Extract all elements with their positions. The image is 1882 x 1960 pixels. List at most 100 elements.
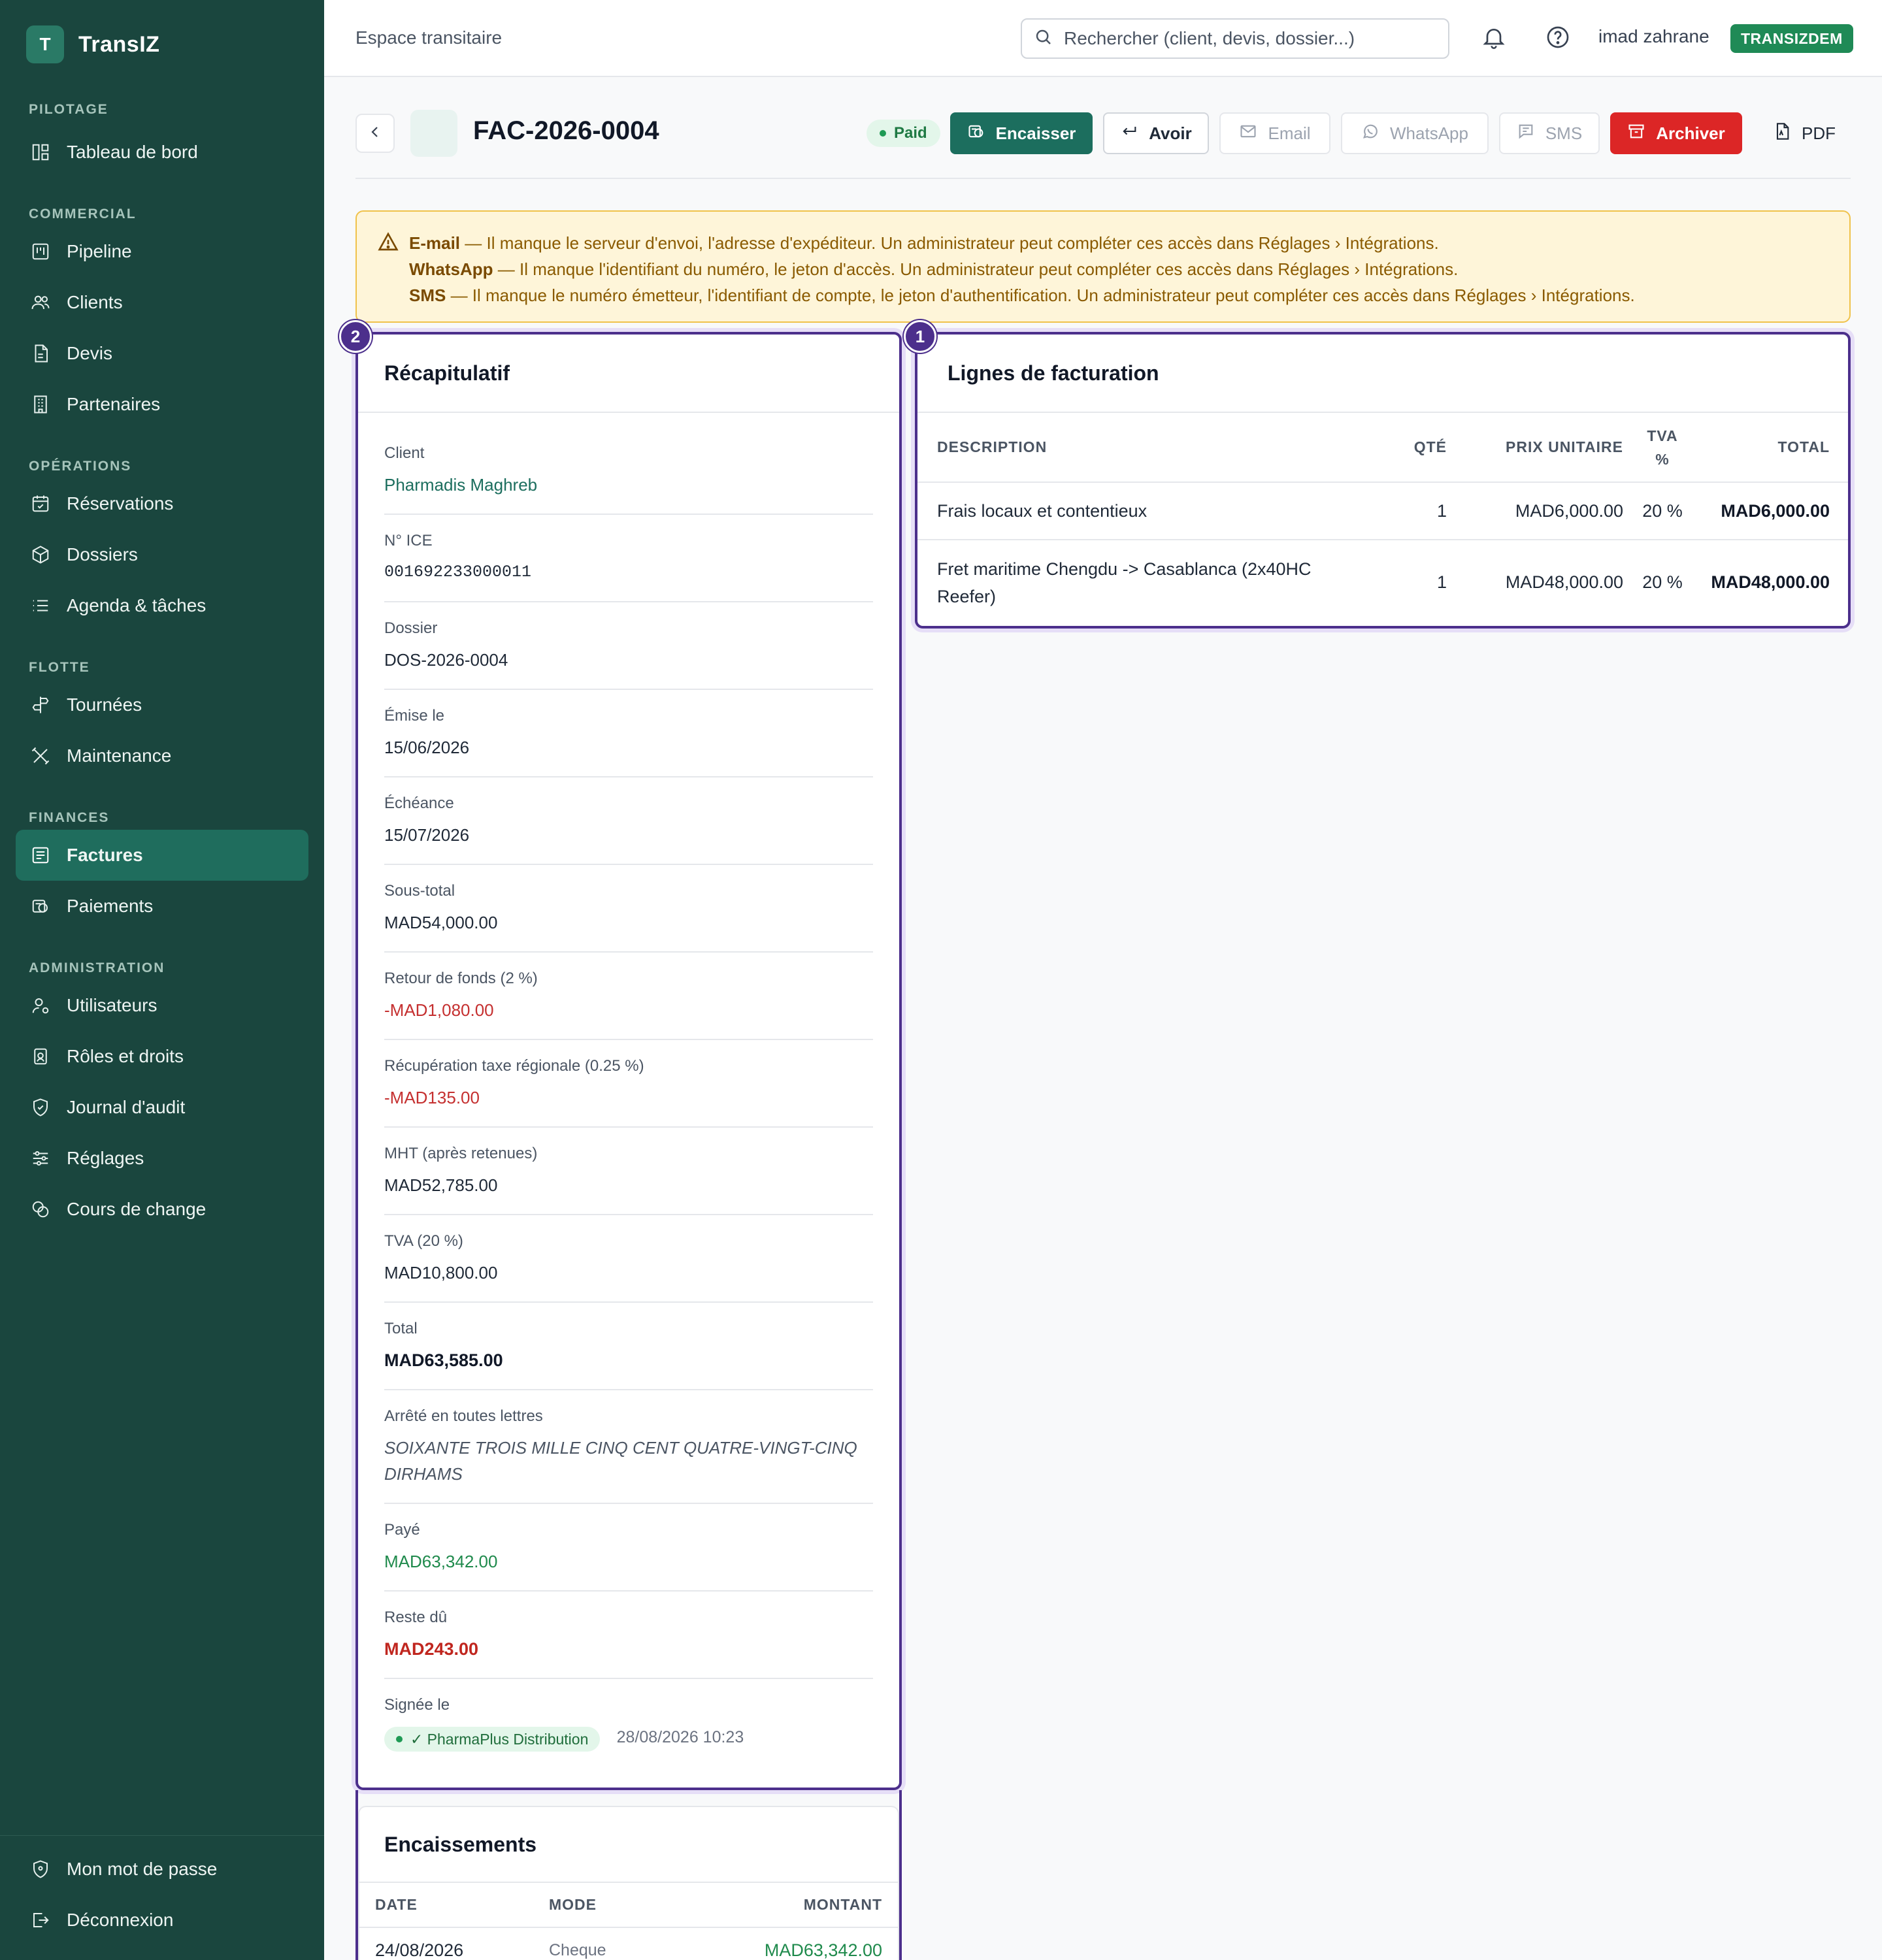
sidebar-item-deconnexion[interactable]: Déconnexion xyxy=(16,1895,308,1946)
sms-button[interactable]: SMS xyxy=(1499,112,1600,154)
email-button[interactable]: Email xyxy=(1219,112,1330,154)
sidebar-item-label: Dossiers xyxy=(67,544,138,564)
sidebar-item-label: Partenaires xyxy=(67,394,161,414)
sidebar-item-label: Paiements xyxy=(67,896,154,916)
step-badge-2: 2 xyxy=(339,320,372,353)
client-link[interactable]: Pharmadis Maghreb xyxy=(384,472,873,498)
back-button[interactable] xyxy=(355,114,395,153)
sidebar-item-reservations[interactable]: Réservations xyxy=(16,478,308,529)
message-icon xyxy=(1517,122,1535,145)
table-row: Fret maritime Chengdu -> Casablanca (2x4… xyxy=(937,559,1830,606)
status-dot xyxy=(880,130,886,137)
encaissements-table: DATE MODE MONTANT 24/08/2026 Cheque MAD6… xyxy=(359,1883,898,1960)
sidebar-item-label: Tableau de bord xyxy=(67,142,198,162)
col-date: DATE xyxy=(359,1883,549,1928)
sidebar-item-mot-de-passe[interactable]: Mon mot de passe xyxy=(16,1844,308,1895)
payment-icon xyxy=(30,896,51,917)
cash-icon xyxy=(967,122,985,145)
sidebar-item-dossiers[interactable]: Dossiers xyxy=(16,529,308,580)
shield-icon xyxy=(30,1097,51,1118)
summary-ice: N° ICE 001692233000011 xyxy=(384,515,873,602)
nav-section-pilotage: PILOTAGE xyxy=(29,102,108,117)
brand[interactable]: T TransIZ xyxy=(0,0,324,89)
sidebar-item-factures[interactable]: Factures xyxy=(16,830,308,881)
summary-total: Total MAD63,585.00 xyxy=(384,1303,873,1390)
avoir-label: Avoir xyxy=(1149,123,1192,143)
sms-label: SMS xyxy=(1545,123,1583,143)
search-box[interactable] xyxy=(1021,18,1449,59)
sidebar-item-maintenance[interactable]: Maintenance xyxy=(16,730,308,781)
sidebar-item-label: Clients xyxy=(67,292,123,312)
sidebar-item-label: Déconnexion xyxy=(67,1910,174,1930)
summary-lettres: Arrêté en toutes lettres SOIXANTE TROIS … xyxy=(384,1390,873,1504)
summary-dossier: Dossier DOS-2026-0004 xyxy=(384,602,873,690)
sidebar-item-cours-de-change[interactable]: Cours de change xyxy=(16,1184,308,1235)
billing-lines-card: Lignes de facturation DESCRIPTION QTÉ PR… xyxy=(915,332,1851,629)
nav-section-flotte: FLOTTE xyxy=(29,660,90,675)
sidebar-item-clients[interactable]: Clients xyxy=(16,277,308,328)
header-divider xyxy=(355,178,1851,179)
sidebar-item-label: Maintenance xyxy=(67,745,172,766)
sidebar-item-reglages[interactable]: Réglages xyxy=(16,1133,308,1184)
col-qty: QTÉ xyxy=(1368,413,1447,483)
nav-section-finances: FINANCES xyxy=(29,810,110,825)
billing-lines-table: DESCRIPTION QTÉ PRIX UNITAIRE TVA% TOTAL… xyxy=(917,413,1848,625)
whatsapp-button[interactable]: WhatsApp xyxy=(1341,112,1489,154)
encaisser-button[interactable]: Encaisser xyxy=(950,112,1093,154)
pdf-button[interactable]: PDF xyxy=(1758,112,1851,154)
sliders-icon xyxy=(30,1148,51,1169)
tenant-badge: TRANSIZDEM xyxy=(1730,24,1853,53)
sidebar-item-utilisateurs[interactable]: Utilisateurs xyxy=(16,980,308,1031)
document-avatar xyxy=(410,110,457,157)
warning-line-whatsapp: WhatsApp — Il manque l'identifiant du nu… xyxy=(409,259,1459,279)
table-row: 24/08/2026 Cheque MAD63,342.00 xyxy=(375,1940,882,1960)
billing-lines-header: Lignes de facturation xyxy=(917,335,1848,413)
whatsapp-icon xyxy=(1361,122,1379,145)
email-label: Email xyxy=(1268,123,1311,143)
list-icon xyxy=(30,595,51,616)
bell-icon[interactable] xyxy=(1481,24,1507,54)
encaissements-header: Encaissements xyxy=(359,1807,898,1883)
search-input[interactable] xyxy=(1064,28,1430,49)
sidebar-item-label: Cours de change xyxy=(67,1199,206,1219)
user-cog-icon xyxy=(30,995,51,1016)
topbar-title: Espace transitaire xyxy=(355,27,503,48)
sidebar-item-journal-audit[interactable]: Journal d'audit xyxy=(16,1082,308,1133)
nav-section-operations: OPÉRATIONS xyxy=(29,459,132,474)
summary-signee: Signée le ✓ PharmaPlus Distribution 28/0… xyxy=(384,1679,873,1767)
sidebar-item-roles[interactable]: Rôles et droits xyxy=(16,1031,308,1082)
summary-reste-du: Reste dû MAD243.00 xyxy=(384,1592,873,1679)
sidebar-item-pipeline[interactable]: Pipeline xyxy=(16,226,308,277)
sidebar-item-label: Utilisateurs xyxy=(67,995,157,1015)
table-header-row: DESCRIPTION QTÉ PRIX UNITAIRE TVA% TOTAL xyxy=(917,413,1848,483)
pdf-label: PDF xyxy=(1802,123,1836,143)
box-icon xyxy=(30,544,51,565)
sidebar-item-agenda[interactable]: Agenda & tâches xyxy=(16,580,308,631)
page-title: FAC-2026-0004 xyxy=(473,116,659,145)
sidebar-item-devis[interactable]: Devis xyxy=(16,328,308,379)
sidebar-item-label: Factures xyxy=(67,845,143,865)
coins-icon xyxy=(30,1199,51,1220)
sidebar-item-partenaires[interactable]: Partenaires xyxy=(16,379,308,430)
badge-icon xyxy=(30,1046,51,1067)
sidebar-item-label: Rôles et droits xyxy=(67,1046,184,1066)
sidebar-item-label: Tournées xyxy=(67,694,142,715)
user-name[interactable]: imad zahrane xyxy=(1598,26,1709,47)
app-logo: T xyxy=(26,25,64,63)
sidebar-item-tableau-de-bord[interactable]: Tableau de bord xyxy=(16,127,308,178)
signature-badge: ✓ PharmaPlus Distribution xyxy=(384,1727,601,1752)
warning-line-email: E-mail — Il manque le serveur d'envoi, l… xyxy=(409,233,1439,253)
summary-retour-fonds: Retour de fonds (2 %) -MAD1,080.00 xyxy=(384,953,873,1040)
col-description: DESCRIPTION xyxy=(917,413,1368,483)
nav-section-commercial: COMMERCIAL xyxy=(29,206,137,221)
archiver-button[interactable]: Archiver xyxy=(1610,112,1742,154)
encaissements-title: Encaissements xyxy=(384,1832,537,1856)
sidebar-item-tournees[interactable]: Tournées xyxy=(16,679,308,730)
mail-icon xyxy=(1239,122,1257,145)
help-icon[interactable] xyxy=(1545,24,1571,54)
summary-card: Récapitulatif Client Pharmadis Maghreb N… xyxy=(355,332,902,1790)
avoir-button[interactable]: Avoir xyxy=(1103,112,1209,154)
summary-tva: TVA (20 %) MAD10,800.00 xyxy=(384,1215,873,1303)
status-badge: Paid xyxy=(867,120,940,147)
sidebar-item-paiements[interactable]: Paiements xyxy=(16,881,308,932)
